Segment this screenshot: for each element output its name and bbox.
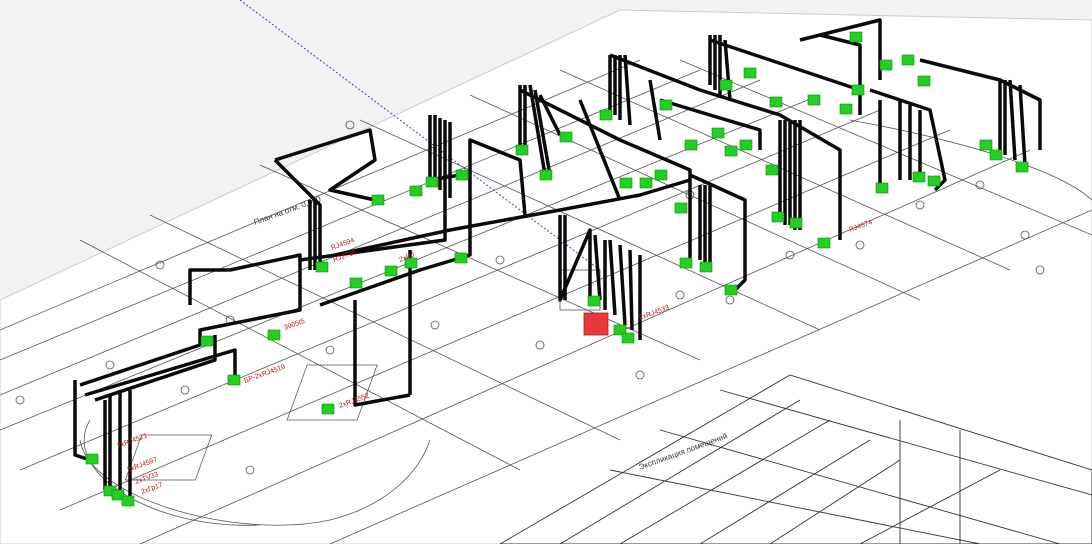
cable-layout-scene[interactable]: Экспликация помещений План на отм. 0,000 (0, 0, 1092, 544)
3d-viewport[interactable]: Экспликация помещений План на отм. 0,000 (0, 0, 1092, 544)
distribution-cabinet[interactable] (583, 312, 609, 336)
